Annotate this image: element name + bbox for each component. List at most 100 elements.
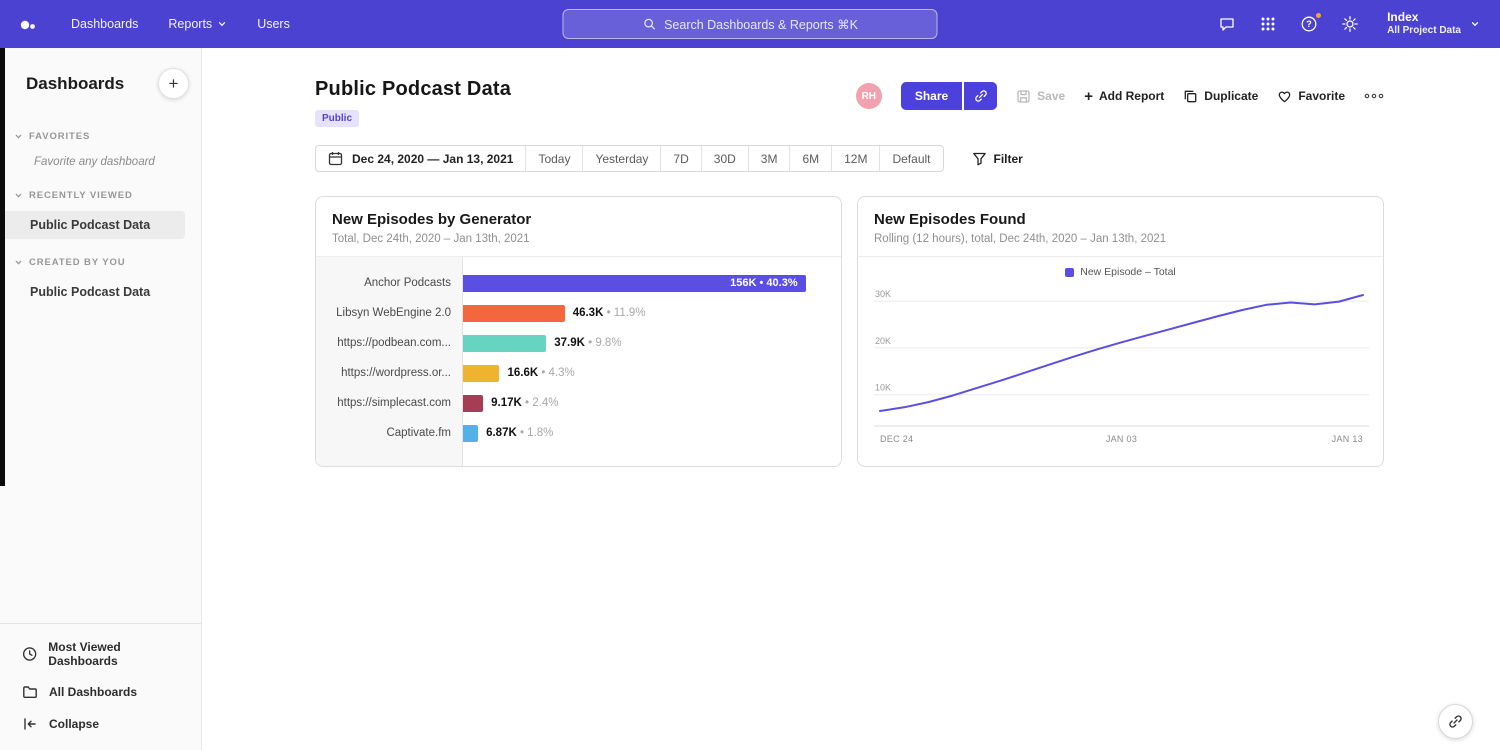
section-header-recently-viewed[interactable]: RECENTLY VIEWED xyxy=(0,182,201,209)
bar-pct-label: • 4.3% xyxy=(538,367,575,379)
bar-value-label: 6.87K • 1.8% xyxy=(486,427,553,439)
bar[interactable] xyxy=(463,335,546,352)
bar-row: https://simplecast.com9.17K • 2.4% xyxy=(316,388,841,418)
preset-3m[interactable]: 3M xyxy=(748,146,790,171)
bar-category-label: Libsyn WebEngine 2.0 xyxy=(316,307,463,319)
sidebar-item-public-podcast-data[interactable]: Public Podcast Data xyxy=(0,211,185,239)
preset-12m[interactable]: 12M xyxy=(831,146,879,171)
visibility-badge: Public xyxy=(315,110,359,127)
bar[interactable] xyxy=(463,305,565,322)
preset-yesterday[interactable]: Yesterday xyxy=(582,146,660,171)
duplicate-button[interactable]: Duplicate xyxy=(1183,89,1258,104)
add-report-button[interactable]: + Add Report xyxy=(1084,89,1164,104)
bar-row: Anchor Podcasts 156K • 40.3% xyxy=(316,268,841,298)
top-navbar: Dashboards Reports Users Search Dashboar… xyxy=(0,0,1500,48)
screen-edge-artifact xyxy=(0,48,5,486)
mixpanel-logo-icon[interactable] xyxy=(20,17,37,31)
bar[interactable] xyxy=(463,365,499,382)
card-title: New Episodes Found xyxy=(874,211,1367,228)
preset-7d[interactable]: 7D xyxy=(660,146,700,171)
bar-pct-label: • 11.9% xyxy=(603,307,645,319)
sidebar-item-public-podcast-data-created[interactable]: Public Podcast Data xyxy=(0,278,185,306)
collapse-sidebar-button[interactable]: Collapse xyxy=(0,708,201,740)
bar-category-label: https://wordpress.or... xyxy=(316,367,463,379)
main-content: Public Podcast Data Public RH Share Save… xyxy=(202,48,1500,750)
svg-text:10K: 10K xyxy=(875,383,891,393)
heart-icon xyxy=(1277,89,1292,104)
most-viewed-dashboards-button[interactable]: Most Viewed Dashboards xyxy=(0,632,201,676)
bar-pct-label: • 1.8% xyxy=(517,427,554,439)
favorites-empty-hint: Favorite any dashboard xyxy=(0,150,201,174)
chevron-down-icon xyxy=(14,191,23,200)
bar-row: https://wordpress.or...16.6K • 4.3% xyxy=(316,358,841,388)
bar-row: Captivate.fm6.87K • 1.8% xyxy=(316,418,841,448)
bar-row: https://podbean.com...37.9K • 9.8% xyxy=(316,328,841,358)
link-icon xyxy=(1448,714,1463,729)
nav-item-dashboards[interactable]: Dashboards xyxy=(71,17,138,31)
filter-button[interactable]: Filter xyxy=(972,151,1023,166)
date-range-picker[interactable]: Dec 24, 2020 — Jan 13, 2021 xyxy=(316,146,525,171)
date-controls: Dec 24, 2020 — Jan 13, 2021 TodayYesterd… xyxy=(315,145,944,172)
chevron-down-icon xyxy=(14,132,23,141)
svg-text:30K: 30K xyxy=(875,289,891,299)
legend-label: New Episode – Total xyxy=(1080,266,1176,278)
page-title: Public Podcast Data xyxy=(315,78,511,101)
avatar[interactable]: RH xyxy=(856,83,882,109)
preset-6m[interactable]: 6M xyxy=(789,146,831,171)
floating-link-button[interactable] xyxy=(1438,704,1473,739)
settings-gear-icon[interactable] xyxy=(1340,14,1360,34)
search-input[interactable]: Search Dashboards & Reports ⌘K xyxy=(563,9,938,39)
card-subtitle: Rolling (12 hours), total, Dec 24th, 202… xyxy=(874,233,1367,245)
bar-pct-label: • 9.8% xyxy=(585,337,622,349)
feedback-chat-icon[interactable] xyxy=(1217,14,1237,34)
search-icon xyxy=(642,17,656,31)
svg-text:JAN 03: JAN 03 xyxy=(1106,434,1137,444)
bar[interactable]: 156K • 40.3% xyxy=(463,275,806,292)
add-dashboard-button[interactable]: + xyxy=(158,68,189,99)
section-header-created-by-you[interactable]: CREATED BY YOU xyxy=(0,249,201,276)
link-icon xyxy=(974,89,988,103)
ellipsis-icon xyxy=(1364,92,1384,100)
save-icon xyxy=(1016,89,1031,104)
sidebar-title: Dashboards xyxy=(26,74,124,94)
svg-text:20K: 20K xyxy=(875,336,891,346)
all-dashboards-button[interactable]: All Dashboards xyxy=(0,676,201,708)
search-placeholder: Search Dashboards & Reports ⌘K xyxy=(664,17,858,32)
nav-item-reports[interactable]: Reports xyxy=(168,17,227,31)
save-button[interactable]: Save xyxy=(1016,89,1065,104)
bar-category-label: Anchor Podcasts xyxy=(316,277,463,289)
project-name: Index xyxy=(1387,10,1461,25)
project-scope: All Project Data xyxy=(1387,25,1461,38)
apps-grid-icon[interactable] xyxy=(1258,14,1278,34)
preset-default[interactable]: Default xyxy=(879,146,942,171)
svg-text:DEC 24: DEC 24 xyxy=(880,434,913,444)
preset-30d[interactable]: 30D xyxy=(701,146,748,171)
bar[interactable] xyxy=(463,395,483,412)
section-header-favorites[interactable]: FAVORITES xyxy=(0,123,201,150)
nav-item-users[interactable]: Users xyxy=(257,17,290,31)
line-chart[interactable]: New Episode – Total 10K 20K 30K DEC 24 JAN 0… xyxy=(858,257,1383,466)
preset-today[interactable]: Today xyxy=(525,146,582,171)
bar-category-label: https://simplecast.com xyxy=(316,397,463,409)
card-new-episodes-found: New Episodes Found Rolling (12 hours), t… xyxy=(857,196,1384,467)
bar-chart[interactable]: Anchor Podcasts 156K • 40.3% Libsyn WebEng… xyxy=(316,257,841,466)
collapse-icon xyxy=(22,716,38,732)
more-options-button[interactable] xyxy=(1364,92,1384,100)
line-chart-svg[interactable]: 10K 20K 30K DEC 24 JAN 03 JAN 13 xyxy=(874,284,1369,452)
card-subtitle: Total, Dec 24th, 2020 – Jan 13th, 2021 xyxy=(332,233,825,245)
plus-icon: + xyxy=(169,74,179,94)
sidebar-section-created-by-you: CREATED BY YOU Public Podcast Data xyxy=(0,249,201,308)
bar-chart-rows: Anchor Podcasts 156K • 40.3% Libsyn WebEng… xyxy=(316,268,841,448)
copy-link-button[interactable] xyxy=(964,82,997,110)
project-selector[interactable]: Index All Project Data xyxy=(1387,10,1480,38)
favorite-button[interactable]: Favorite xyxy=(1277,89,1345,104)
bar[interactable] xyxy=(463,425,478,442)
bar-value-label: 156K • 40.3% xyxy=(730,277,805,289)
help-icon[interactable]: ? xyxy=(1299,14,1319,34)
folder-icon xyxy=(22,684,38,700)
svg-text:?: ? xyxy=(1306,19,1312,29)
svg-text:JAN 13: JAN 13 xyxy=(1332,434,1363,444)
nav-item-label: Reports xyxy=(168,17,212,31)
chart-legend: New Episode – Total xyxy=(874,261,1367,284)
share-button[interactable]: Share xyxy=(901,82,962,110)
